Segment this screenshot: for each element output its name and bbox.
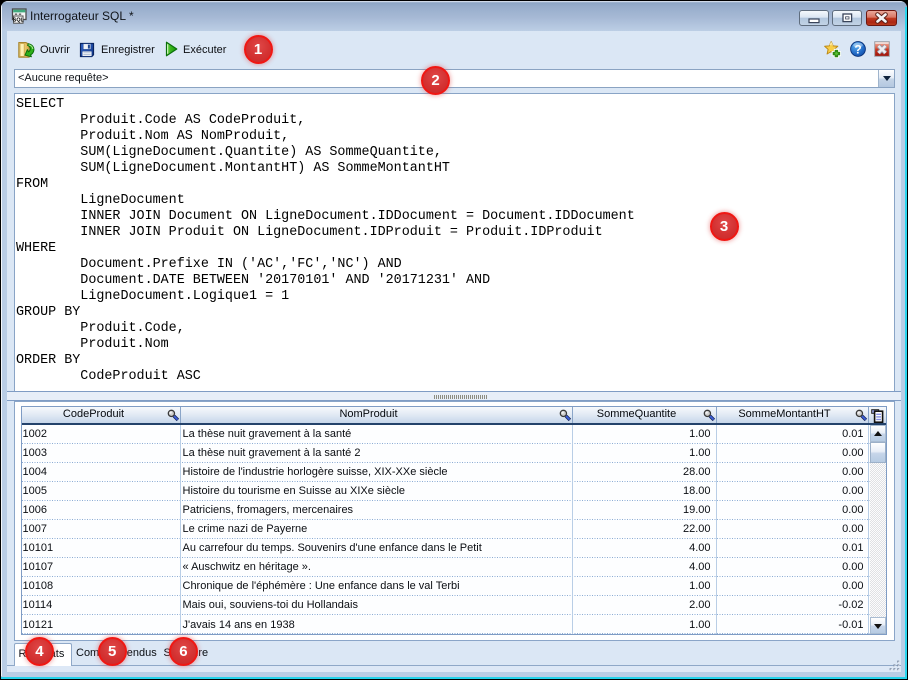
- svg-text:?: ?: [854, 42, 861, 56]
- svg-text:SQL: SQL: [13, 18, 25, 24]
